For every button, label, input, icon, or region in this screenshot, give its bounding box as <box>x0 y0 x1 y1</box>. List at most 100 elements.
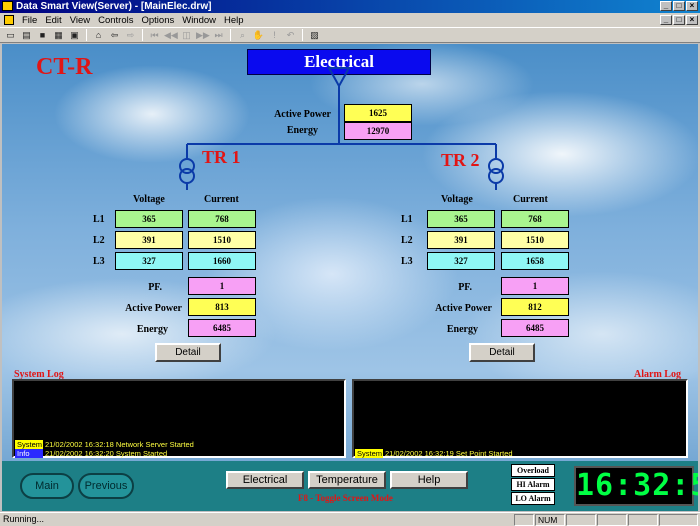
app-icon <box>2 1 13 11</box>
close-button[interactable]: × <box>686 1 698 11</box>
toolbar-separator <box>86 29 87 41</box>
tr1-pf-label: PF. <box>148 282 162 293</box>
maximize-button[interactable]: □ <box>673 1 685 11</box>
tr1-winding-bottom <box>179 168 195 184</box>
toolbar-separator <box>230 29 231 41</box>
log-entry-text: 21/02/2002 16:32:18 Network Server Start… <box>45 440 194 449</box>
tr2-detail-button[interactable]: Detail <box>469 343 535 362</box>
save-icon[interactable]: ■ <box>36 29 49 41</box>
tr2-l3-label: L3 <box>401 256 413 267</box>
rewind-icon[interactable]: ◀◀ <box>164 29 178 41</box>
menu-help[interactable]: Help <box>220 15 248 26</box>
main-energy-value: 12970 <box>344 122 412 140</box>
forward-arrow-icon[interactable]: ⇨ <box>124 29 137 41</box>
help-button[interactable]: Help <box>390 471 468 489</box>
first-page-icon[interactable]: ⏮ <box>148 29 161 41</box>
doc-minimize-button[interactable]: _ <box>660 15 672 25</box>
tr1-active-power-value: 813 <box>188 298 256 316</box>
minimize-button[interactable]: _ <box>660 1 672 11</box>
tr2-winding-bottom <box>488 168 504 184</box>
alarm-log-entry: System 21/02/2002 16:32:19 Set Point Star… <box>355 449 513 458</box>
temperature-button[interactable]: Temperature <box>308 471 386 489</box>
title-bar: Data Smart View(Server) - [MainElec.drw]… <box>0 0 700 13</box>
main-energy-label: Energy <box>286 125 318 136</box>
last-page-icon[interactable]: ⏭ <box>212 29 225 41</box>
tr1-l3-current: 1660 <box>188 252 256 270</box>
status-text: Running... <box>3 514 45 524</box>
print-icon[interactable]: ▦ <box>52 29 65 41</box>
tr2-l2-voltage: 391 <box>427 231 495 249</box>
log-entry-text: 21/02/2002 16:32:19 Set Point Started <box>385 449 513 458</box>
incoming-feeder-symbol <box>179 67 504 190</box>
system-log-entry: System 21/02/2002 16:32:18 Network Server… <box>15 440 194 449</box>
menu-view[interactable]: View <box>66 15 94 26</box>
tr2-energy-label: Energy <box>446 324 478 335</box>
menu-controls[interactable]: Controls <box>94 15 137 26</box>
electrical-button[interactable]: Electrical <box>226 471 304 489</box>
toolbar-separator <box>302 29 303 41</box>
previous-button[interactable]: Previous <box>78 473 134 499</box>
navigation-bar: Main Previous Electrical Temperature Hel… <box>2 461 698 511</box>
tr2-current-header: Current <box>513 194 548 205</box>
tr1-l3-label: L3 <box>93 256 105 267</box>
menu-bar: File Edit View Controls Options Window H… <box>0 13 700 27</box>
zoom-icon[interactable]: ⌕ <box>236 29 249 41</box>
doc-close-button[interactable]: × <box>686 15 698 25</box>
main-active-power-label: Active Power <box>274 109 331 120</box>
log-entry-text: 21/02/2002 16:32:20 System Started <box>45 449 168 458</box>
open-folder-icon[interactable]: ▤ <box>20 29 33 41</box>
num-lock-indicator: NUM <box>535 514 565 526</box>
alarm-log-panel[interactable]: System 21/02/2002 16:32:19 Set Point Star… <box>352 379 688 458</box>
tr2-pf-value: 1 <box>501 277 569 295</box>
main-active-power-value: 1625 <box>344 104 412 122</box>
system-log-panel[interactable]: System 21/02/2002 16:32:18 Network Server… <box>12 379 346 458</box>
status-pane <box>514 514 534 526</box>
tr2-active-power-value: 812 <box>501 298 569 316</box>
fast-forward-icon[interactable]: ▶▶ <box>196 29 210 41</box>
tr2-l1-voltage: 365 <box>427 210 495 228</box>
doc-restore-button[interactable]: □ <box>673 15 685 25</box>
tr2-l1-label: L1 <box>401 214 413 225</box>
status-pane <box>659 514 698 526</box>
toolbar-separator <box>142 29 143 41</box>
tools-icon[interactable]: ▨ <box>308 29 321 41</box>
tr2-voltage-header: Voltage <box>441 194 473 205</box>
undo-icon[interactable]: ↶ <box>284 29 297 41</box>
status-pane <box>597 514 627 526</box>
home-icon[interactable]: ⌂ <box>92 29 105 41</box>
tr1-l2-voltage: 391 <box>115 231 183 249</box>
document-icon <box>4 15 14 25</box>
tr1-active-power-label: Active Power <box>125 303 182 314</box>
status-bar: Running... NUM <box>0 512 700 526</box>
menu-options[interactable]: Options <box>137 15 178 26</box>
tr1-pf-value: 1 <box>188 277 256 295</box>
stop-icon[interactable]: ◫ <box>180 29 193 41</box>
log-tag-system: System <box>355 449 383 458</box>
menu-window[interactable]: Window <box>178 15 220 26</box>
main-button[interactable]: Main <box>20 473 74 499</box>
toolbar: ▭ ▤ ■ ▦ ▣ ⌂ ⇦ ⇨ ⏮ ◀◀ ◫ ▶▶ ⏭ ⌕ ✋ ǃ ↶ ▨ <box>0 27 700 43</box>
menu-edit[interactable]: Edit <box>41 15 65 26</box>
overload-indicator: Overload <box>511 464 555 477</box>
status-pane <box>566 514 596 526</box>
tr1-title: TR 1 <box>202 147 241 167</box>
tr1-l1-label: L1 <box>93 214 105 225</box>
tr2-title: TR 2 <box>441 150 480 170</box>
hand-icon[interactable]: ✋ <box>252 29 265 41</box>
log-tag-info: Info <box>15 449 43 458</box>
tr2-l3-voltage: 327 <box>427 252 495 270</box>
system-log-entry: Info 21/02/2002 16:32:20 System Started <box>15 449 167 458</box>
lo-alarm-indicator: LO Alarm <box>511 492 555 505</box>
antenna-symbol <box>327 67 351 89</box>
tr1-l1-voltage: 365 <box>115 210 183 228</box>
tr1-detail-button[interactable]: Detail <box>155 343 221 362</box>
tr1-l2-current: 1510 <box>188 231 256 249</box>
back-arrow-icon[interactable]: ⇦ <box>108 29 121 41</box>
hi-alarm-indicator: HI Alarm <box>511 478 555 491</box>
preview-icon[interactable]: ▣ <box>68 29 81 41</box>
menu-file[interactable]: File <box>18 15 41 26</box>
tr1-energy-value: 6485 <box>188 319 256 337</box>
info-icon[interactable]: ǃ <box>268 29 281 41</box>
new-icon[interactable]: ▭ <box>4 29 17 41</box>
tr2-l2-label: L2 <box>401 235 413 246</box>
